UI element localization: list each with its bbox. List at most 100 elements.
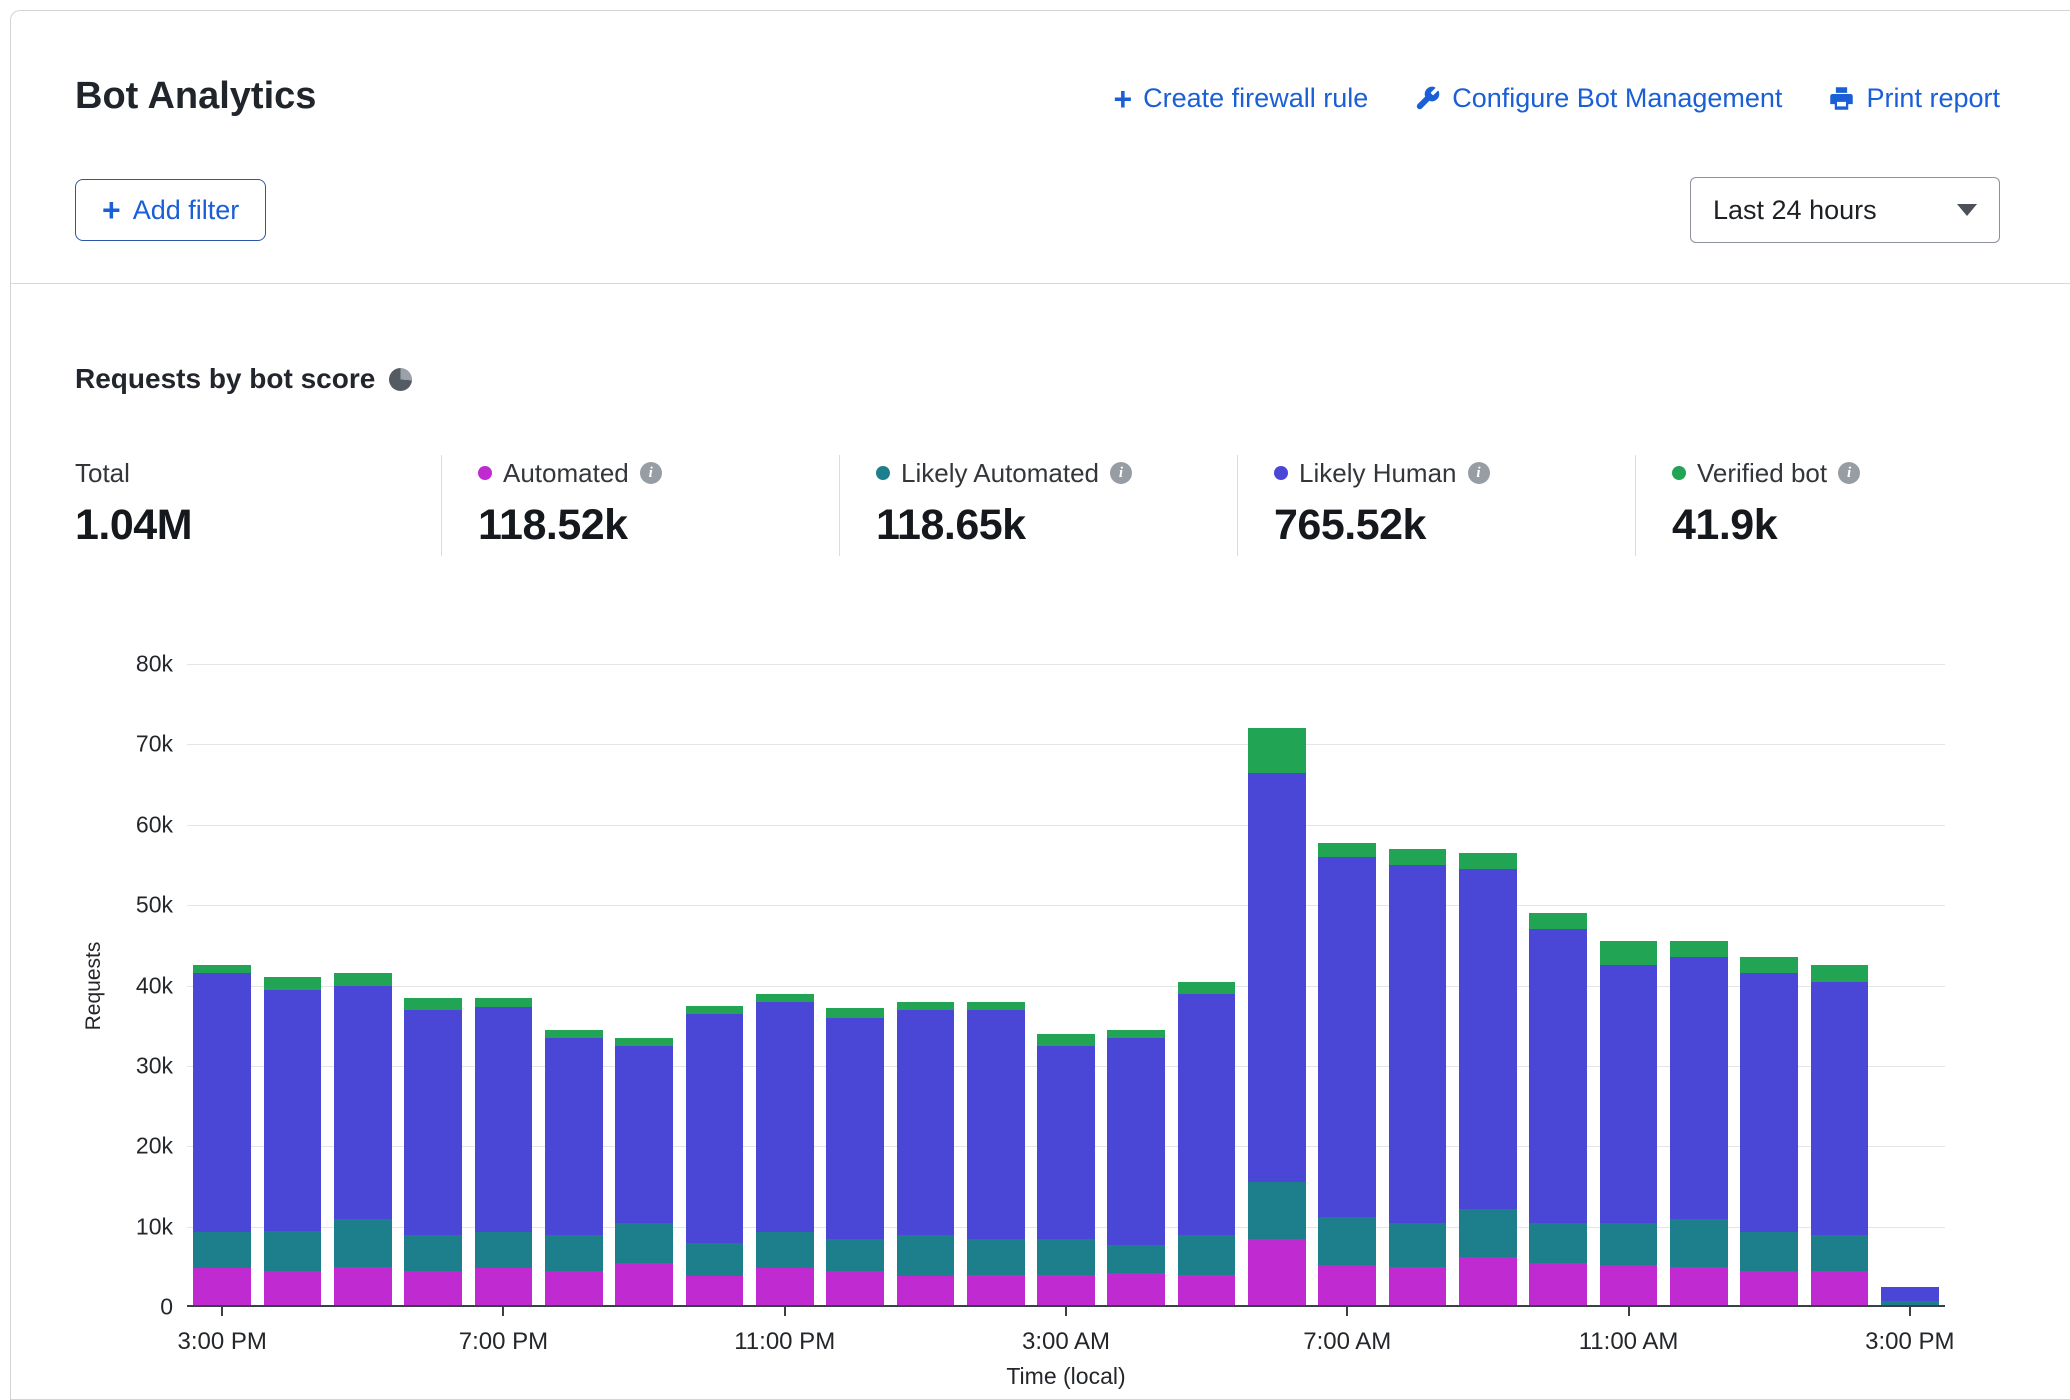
add-filter-button[interactable]: + Add filter xyxy=(75,179,266,241)
bar-segment-verified-bot xyxy=(264,977,322,989)
bar[interactable] xyxy=(334,973,392,1307)
bar-segment-likely-automated xyxy=(756,1232,814,1268)
bar[interactable] xyxy=(1037,1034,1095,1307)
gridline xyxy=(187,664,1945,665)
bar[interactable] xyxy=(193,965,251,1307)
bar[interactable] xyxy=(686,1006,744,1307)
bar[interactable] xyxy=(1811,965,1869,1307)
gridline xyxy=(187,744,1945,745)
bar-segment-likely-automated xyxy=(1178,1235,1236,1275)
bar-segment-likely-automated xyxy=(404,1235,462,1271)
bar-segment-likely-automated xyxy=(264,1231,322,1271)
header-actions: + Create firewall rule Configure Bot Man… xyxy=(1113,83,2000,114)
bar-segment-likely-human xyxy=(1037,1046,1095,1239)
bar-segment-verified-bot xyxy=(1107,1030,1165,1038)
stat-label: Likely Human xyxy=(1299,458,1457,489)
bar-segment-likely-automated xyxy=(545,1235,603,1271)
bar[interactable] xyxy=(1389,849,1447,1307)
configure-bot-management-link[interactable]: Configure Bot Management xyxy=(1414,83,1782,114)
bar[interactable] xyxy=(1318,843,1376,1307)
bar[interactable] xyxy=(756,994,814,1307)
bot-analytics-card: Bot Analytics + Create firewall rule Con… xyxy=(10,10,2070,1400)
bar-segment-automated xyxy=(826,1271,884,1307)
header: Bot Analytics + Create firewall rule Con… xyxy=(11,11,2070,284)
time-range-select[interactable]: Last 24 hours xyxy=(1690,177,2000,243)
bar-segment-likely-human xyxy=(193,973,251,1232)
bar[interactable] xyxy=(1459,853,1517,1307)
bar[interactable] xyxy=(897,1002,955,1307)
bar-segment-automated xyxy=(334,1267,392,1307)
printer-icon xyxy=(1828,85,1855,112)
chevron-down-icon xyxy=(1957,204,1977,216)
x-axis-line xyxy=(187,1305,1945,1307)
stat-value: 118.52k xyxy=(478,501,839,550)
bar-segment-likely-human xyxy=(615,1046,673,1223)
bar-segment-likely-automated xyxy=(967,1239,1025,1275)
bar[interactable] xyxy=(1529,913,1587,1307)
bar[interactable] xyxy=(967,1002,1025,1307)
bar-segment-automated xyxy=(1459,1257,1517,1307)
bar-segment-verified-bot xyxy=(1037,1034,1095,1046)
stat-label: Verified bot xyxy=(1697,458,1827,489)
bar[interactable] xyxy=(1670,941,1728,1307)
action-label: Configure Bot Management xyxy=(1452,83,1782,114)
bar[interactable] xyxy=(1248,728,1306,1307)
bar[interactable] xyxy=(475,998,533,1307)
stat-label: Total xyxy=(75,458,130,489)
bar-segment-automated xyxy=(1740,1271,1798,1307)
x-tick xyxy=(1346,1307,1348,1316)
action-label: Create firewall rule xyxy=(1143,83,1368,114)
bar[interactable] xyxy=(615,1038,673,1307)
bar-segment-automated xyxy=(1811,1271,1869,1307)
bar[interactable] xyxy=(1107,1030,1165,1307)
bar-segment-likely-automated xyxy=(1529,1223,1587,1263)
y-tick-label: 30k xyxy=(136,1052,173,1079)
bar-segment-likely-human xyxy=(404,1010,462,1235)
info-icon[interactable] xyxy=(1468,462,1490,484)
bar-segment-likely-human xyxy=(686,1014,744,1243)
bar[interactable] xyxy=(1600,941,1658,1307)
bar[interactable] xyxy=(264,977,322,1307)
bar-segment-likely-human xyxy=(1529,929,1587,1222)
bar-segment-automated xyxy=(967,1275,1025,1307)
info-icon[interactable] xyxy=(1110,462,1132,484)
bar-segment-likely-automated xyxy=(1318,1217,1376,1265)
x-tick-label: 11:00 AM xyxy=(1539,1328,1719,1356)
bar[interactable] xyxy=(1178,981,1236,1307)
bar-segment-likely-automated xyxy=(334,1219,392,1267)
legend-dot xyxy=(478,466,492,480)
bar-segment-automated xyxy=(475,1268,533,1307)
bar[interactable] xyxy=(826,1008,884,1307)
x-tick-label: 7:00 AM xyxy=(1257,1328,1437,1356)
bar-segment-automated xyxy=(1037,1275,1095,1307)
section-title: Requests by bot score xyxy=(75,363,375,395)
bar-segment-automated xyxy=(686,1276,744,1307)
bar-segment-likely-human xyxy=(1389,865,1447,1223)
bar-segment-verified-bot xyxy=(334,973,392,985)
bar-segment-automated xyxy=(1389,1267,1447,1307)
bar[interactable] xyxy=(404,998,462,1307)
bar-segment-verified-bot xyxy=(1318,843,1376,857)
bar[interactable] xyxy=(1740,957,1798,1307)
bar-segment-verified-bot xyxy=(615,1038,673,1046)
bar[interactable] xyxy=(545,1030,603,1307)
bar-segment-likely-automated xyxy=(1459,1209,1517,1257)
bar-segment-likely-human xyxy=(545,1038,603,1235)
bar[interactable] xyxy=(1881,1287,1939,1307)
y-tick-label: 60k xyxy=(136,811,173,838)
bar-segment-likely-human xyxy=(1670,957,1728,1218)
bar-segment-likely-human xyxy=(1107,1038,1165,1245)
print-report-link[interactable]: Print report xyxy=(1828,83,2000,114)
info-icon[interactable] xyxy=(1838,462,1860,484)
bar-segment-automated xyxy=(1107,1273,1165,1307)
bar-segment-likely-human xyxy=(1178,994,1236,1235)
x-axis-title: Time (local) xyxy=(187,1363,1945,1390)
info-icon[interactable] xyxy=(640,462,662,484)
bar-segment-likely-human xyxy=(475,1007,533,1232)
bar-segment-automated xyxy=(1529,1263,1587,1307)
x-tick-label: 3:00 AM xyxy=(976,1328,1156,1356)
create-firewall-rule-link[interactable]: + Create firewall rule xyxy=(1113,83,1368,114)
bar-segment-likely-human xyxy=(264,990,322,1231)
x-tick-label: 3:00 PM xyxy=(132,1328,312,1356)
x-tick xyxy=(1628,1307,1630,1316)
